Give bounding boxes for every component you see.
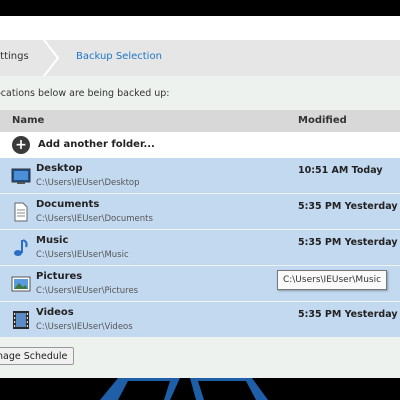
- folder-modified: 10:51 AM Today: [298, 165, 383, 176]
- folder-name: Music: [36, 235, 69, 246]
- folder-row-documents[interactable]: Documents C:\Users\IEUser\Documents 5:35…: [0, 194, 400, 229]
- folder-path: C:\Users\IEUser\Documents: [36, 214, 153, 224]
- column-header: Name Modified: [0, 110, 400, 132]
- add-icon: +: [12, 136, 30, 154]
- column-name[interactable]: Name: [12, 115, 44, 126]
- add-folder-label: Add another folder...: [38, 139, 155, 150]
- folder-name: Pictures: [36, 271, 83, 282]
- column-modified[interactable]: Modified: [298, 115, 347, 126]
- window-title-bar: [0, 16, 400, 40]
- folder-row-music[interactable]: Music C:\Users\IEUser\Music 5:35 PM Yest…: [0, 230, 400, 265]
- pictures-icon: [11, 276, 31, 292]
- folder-path: C:\Users\IEUser\Music: [36, 250, 129, 260]
- desktop-icon: [11, 168, 31, 184]
- add-folder-row[interactable]: + Add another folder...: [0, 132, 400, 158]
- breadcrumb: ettings Backup Selection: [0, 40, 400, 76]
- folder-list: Desktop C:\Users\IEUser\Desktop 10:51 AM…: [0, 158, 400, 338]
- folder-modified: 5:35 PM Yesterday: [298, 237, 398, 248]
- document-icon: [14, 202, 28, 222]
- folder-path: C:\Users\IEUser\Videos: [36, 322, 133, 332]
- desktop-wallpaper: [0, 378, 400, 400]
- folder-row-videos[interactable]: Videos C:\Users\IEUser\Videos 5:35 PM Ye…: [0, 302, 400, 337]
- breadcrumb-settings[interactable]: ettings: [0, 51, 29, 62]
- folder-modified: 5:35 PM Yesterday: [298, 201, 398, 212]
- folder-name: Documents: [36, 199, 100, 210]
- manage-schedule-button[interactable]: nage Schedule: [0, 347, 74, 365]
- music-icon: [14, 239, 28, 256]
- backup-panel: ettings Backup Selection ocations below …: [0, 40, 400, 378]
- videos-icon: [13, 311, 29, 329]
- folder-name: Desktop: [36, 163, 83, 174]
- breadcrumb-backup-selection[interactable]: Backup Selection: [76, 51, 162, 62]
- folder-row-desktop[interactable]: Desktop C:\Users\IEUser\Desktop 10:51 AM…: [0, 158, 400, 193]
- info-text: ocations below are being backed up:: [0, 88, 170, 99]
- breadcrumb-separator-icon: [43, 40, 60, 76]
- folder-modified: 5:35 PM Yesterday: [298, 309, 398, 320]
- folder-path: C:\Users\IEUser\Desktop: [36, 178, 140, 188]
- folder-path: C:\Users\IEUser\Pictures: [36, 286, 139, 296]
- path-tooltip: C:\Users\IEUser\Music: [277, 270, 387, 290]
- folder-name: Videos: [36, 307, 74, 318]
